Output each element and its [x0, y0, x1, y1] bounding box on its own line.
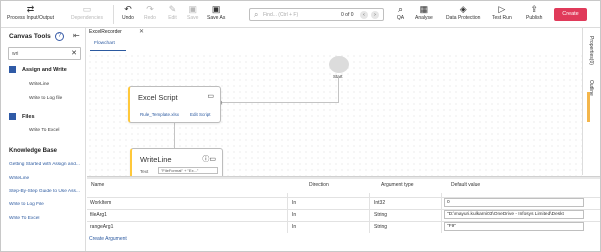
text-field-label: Text [140, 169, 149, 174]
create-argument-link[interactable]: Create Argument [89, 236, 127, 242]
connector-line [174, 123, 175, 148]
search-prev-icon[interactable]: ‹ [360, 11, 368, 19]
column-divider [441, 193, 442, 233]
publish-button[interactable]: ⇪ Publish [526, 4, 542, 21]
arg-type[interactable]: String [374, 224, 387, 230]
save-button[interactable]: ▣ Save [187, 4, 198, 21]
group-icon [9, 113, 16, 120]
excel-script-node[interactable]: Excel Script ▭ Rule_Template.xlsx Edit S… [128, 86, 221, 123]
table-row[interactable]: WorkItem In Int32 0 [87, 197, 600, 207]
info-icon[interactable]: ⓘ▭ [202, 154, 216, 164]
comment-icon[interactable]: ▭ [207, 92, 214, 100]
arg-type[interactable]: Int32 [374, 200, 385, 206]
tools-filter-input[interactable]: wri ✕ [8, 47, 81, 60]
find-search-box[interactable]: ⌕ Find... (Ctrl + F) 0 of 0 ‹ › [249, 8, 384, 21]
save-as-button[interactable]: ▣ Save As [207, 4, 225, 21]
close-tab-icon[interactable]: ✕ [139, 28, 144, 35]
process-io-icon: ⇄ [26, 4, 35, 14]
qa-button[interactable]: ⌕ QA [395, 4, 406, 21]
save-icon: ▣ [188, 4, 197, 14]
col-header-name: Name [91, 182, 105, 188]
arg-type[interactable]: String [374, 212, 387, 218]
edit-button[interactable]: ✎ Edit [167, 4, 178, 21]
redo-icon: ↷ [146, 4, 154, 14]
search-next-icon[interactable]: › [371, 11, 379, 19]
tab-excel-recorder[interactable]: ExcelRecorder [89, 29, 122, 35]
table-row[interactable]: rangeArg1 In String "F9" [87, 221, 600, 231]
arg-name[interactable]: WorkItem [90, 200, 111, 206]
search-icon: ⌕ [254, 10, 259, 19]
tool-write-to-excel[interactable]: Write To Excel [29, 128, 59, 133]
kb-link[interactable]: Write to Log File [9, 202, 85, 207]
arg-direction[interactable]: In [292, 200, 296, 206]
kb-link[interactable]: WriteLine [9, 176, 85, 181]
dependencies-button[interactable]: ▭ Dependencies [71, 4, 103, 21]
connector-line [221, 102, 339, 103]
arg-name[interactable]: fileArg1 [90, 212, 107, 218]
tool-write-to-log[interactable]: Write to Log file [29, 96, 62, 101]
data-protection-button[interactable]: ◈ Data Protection [446, 4, 480, 21]
kb-link[interactable]: Getting Started with Assign and... [9, 162, 85, 167]
clear-icon[interactable]: ✕ [71, 49, 77, 57]
tree-group-assign-write[interactable]: Assign and Write [9, 66, 67, 73]
tree-group-files[interactable]: Files [9, 113, 35, 120]
writeline-node[interactable]: WriteLine ⓘ▭ Text "FileFormat" + "Ex..." [130, 148, 223, 177]
process-io-button[interactable]: ⇄ Process Input/Output [7, 4, 54, 21]
arg-default-input[interactable]: "D:\mayuri.kulkarni03\OneDrive - Infosys… [444, 210, 584, 219]
help-icon[interactable]: ? [55, 32, 64, 41]
qa-icon: ⌕ [397, 4, 404, 14]
search-count: 0 of 0 [341, 12, 354, 18]
col-header-type: Argument type [381, 182, 414, 188]
column-divider [369, 193, 370, 233]
group-icon [9, 66, 16, 73]
kb-link[interactable]: Step-By-Step Guide to Use Ass... [9, 189, 85, 194]
upload-icon: ⇪ [530, 4, 538, 14]
play-icon: ▷ [498, 4, 506, 14]
canvas-tools-panel: Canvas Tools ? ⇤ wri ✕ Assign and Write … [1, 28, 86, 251]
table-row[interactable]: fileArg1 In String "D:\mayuri.kulkarni03… [87, 209, 600, 219]
toolbar-separator [113, 5, 114, 24]
arg-default-input[interactable]: 0 [444, 198, 584, 207]
create-button[interactable]: Create [554, 8, 587, 21]
active-rail-indicator [587, 92, 590, 122]
excel-file-link[interactable]: Rule_Template.xlsx [140, 112, 179, 117]
kb-link[interactable]: Write To Excel [9, 216, 85, 221]
search-input[interactable]: Find... (Ctrl + F) [263, 12, 298, 18]
col-header-default: Default value [451, 182, 481, 188]
right-rail: Properties(0) Outline [582, 28, 600, 175]
panel-title: Canvas Tools [9, 33, 51, 40]
outline-tab[interactable]: Outline [588, 80, 594, 96]
active-tab-underline [90, 50, 126, 51]
save-as-icon: ▣ [211, 4, 221, 14]
knowledge-base-title: Knowledge Base [9, 148, 58, 154]
analyse-button[interactable]: ▦ Analyse [415, 4, 433, 21]
tab-flowchart[interactable]: Flowchart [94, 41, 115, 46]
editor-tabs: ExcelRecorder ✕ [87, 28, 587, 39]
arguments-grid: Name Direction Argument type Default val… [87, 179, 600, 251]
dependencies-icon: ▭ [82, 4, 92, 14]
start-node[interactable] [329, 56, 349, 73]
flowchart-canvas[interactable]: Start ◀ Excel Script ▭ Rule_Template.xls… [87, 53, 582, 177]
edit-script-link[interactable]: Edit Script [190, 112, 211, 117]
tool-writeline[interactable]: WriteLine [29, 82, 49, 87]
redo-button[interactable]: ↷ Redo [144, 4, 156, 21]
undo-button[interactable]: ↶ Undo [122, 4, 134, 21]
test-run-button[interactable]: ▷ Test Run [492, 4, 512, 21]
edit-icon: ✎ [168, 4, 177, 14]
arg-direction[interactable]: In [292, 224, 296, 230]
arg-direction[interactable]: In [292, 212, 296, 218]
analyse-icon: ▦ [419, 4, 429, 14]
properties-tab[interactable]: Properties(0) [588, 36, 594, 65]
col-header-direction: Direction [309, 182, 329, 188]
undo-icon: ↶ [124, 4, 132, 14]
toolbar: ⇄ Process Input/Output ▭ Dependencies ↶ … [1, 1, 600, 28]
text-field-input[interactable]: "FileFormat" + "Ex..." [158, 167, 218, 174]
arg-default-input[interactable]: "F9" [444, 222, 584, 231]
arg-name[interactable]: rangeArg1 [90, 224, 113, 230]
column-divider [287, 193, 288, 233]
shield-icon: ◈ [459, 4, 467, 14]
collapse-left-icon[interactable]: ⇤ [73, 31, 80, 40]
connector-line [338, 75, 339, 103]
